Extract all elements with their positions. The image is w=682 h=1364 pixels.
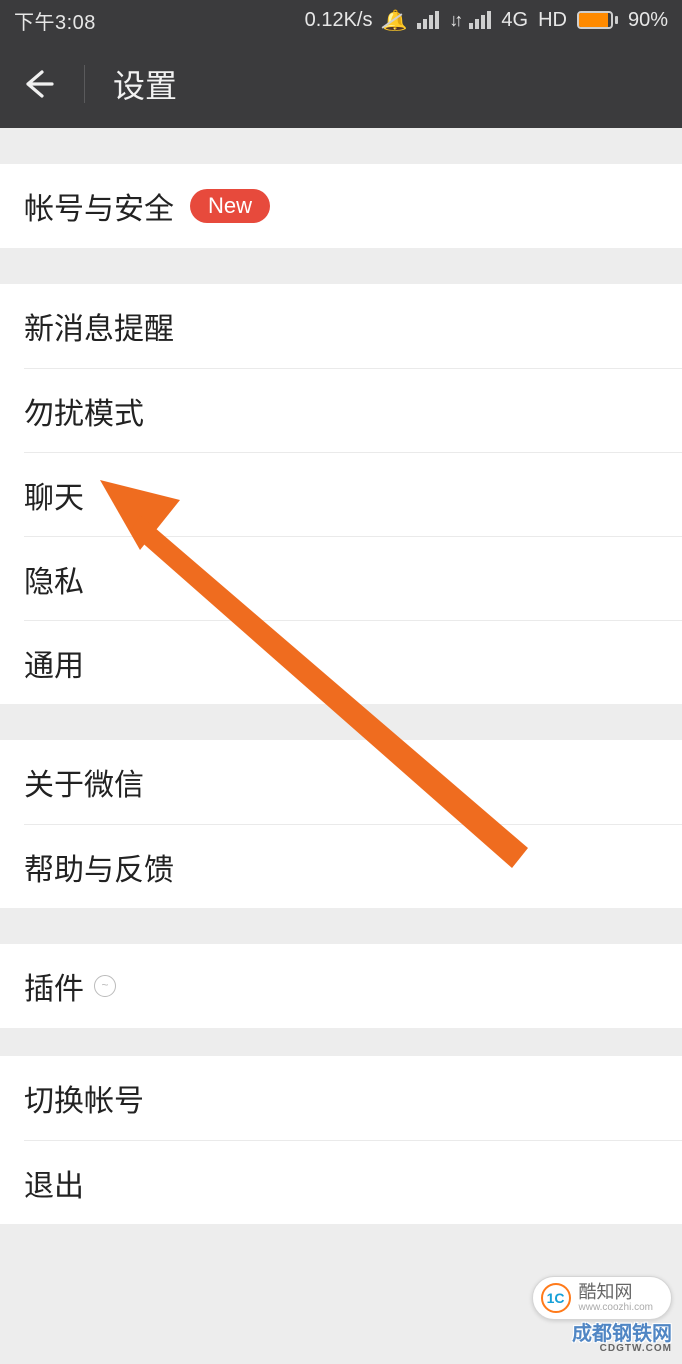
section-gap (0, 128, 682, 164)
item-notifications[interactable]: 新消息提醒 (0, 284, 682, 368)
watermark-cn: 酷知网 (579, 1283, 653, 1301)
new-badge: New (190, 189, 270, 223)
item-label: 帐号与安全 (24, 184, 174, 228)
status-right: 0.12K/s 🔔 ↓↑ 4G HD 90% (305, 8, 668, 33)
status-bar: 下午3:08 0.12K/s 🔔 ↓↑ 4G HD 90% (0, 0, 682, 40)
watermarks: 1C 酷知网 www.coozhi.com 成都钢铁网 CDGTW.COM (532, 1276, 672, 1354)
header: 设置 (0, 40, 682, 128)
section-gap (0, 1028, 682, 1056)
watermark-en: www.coozhi.com (579, 1303, 653, 1313)
section-gap (0, 908, 682, 944)
header-divider (84, 65, 85, 103)
data-arrows-icon: ↓↑ (449, 10, 459, 31)
battery-icon (577, 11, 618, 29)
hd-indicator: HD (538, 9, 567, 32)
status-time: 下午3:08 (14, 6, 96, 35)
item-label: 帮助与反馈 (24, 845, 174, 889)
watermark-second: 成都钢铁网 (572, 1324, 672, 1344)
item-chat[interactable]: 聊天 (24, 452, 682, 536)
item-plugin[interactable]: 插件 (0, 944, 682, 1028)
group-main: 新消息提醒 勿扰模式 聊天 隐私 通用 (0, 284, 682, 704)
battery-percent: 90% (628, 9, 668, 32)
item-dnd[interactable]: 勿扰模式 (24, 368, 682, 452)
back-arrow-icon (22, 68, 54, 100)
bulb-icon (94, 975, 116, 997)
item-general[interactable]: 通用 (24, 620, 682, 704)
signal-icon-1 (417, 11, 439, 29)
section-gap (0, 704, 682, 740)
item-label: 通用 (24, 641, 84, 685)
item-label: 切换帐号 (24, 1076, 144, 1120)
item-label: 关于微信 (24, 760, 144, 804)
group-account: 帐号与安全 New (0, 164, 682, 248)
group-plugin: 插件 (0, 944, 682, 1028)
signal-icon-2 (469, 11, 491, 29)
item-label: 退出 (24, 1161, 84, 1205)
item-label: 新消息提醒 (24, 304, 174, 348)
network-type: 4G (501, 9, 528, 32)
item-label: 聊天 (24, 473, 84, 517)
watermark-logo-icon: 1C (541, 1283, 571, 1313)
group-about: 关于微信 帮助与反馈 (0, 740, 682, 908)
item-account-security[interactable]: 帐号与安全 New (0, 164, 682, 248)
network-speed: 0.12K/s (305, 9, 373, 32)
page-title: 设置 (113, 61, 177, 107)
item-privacy[interactable]: 隐私 (24, 536, 682, 620)
item-label: 勿扰模式 (24, 389, 144, 433)
watermark-secondary: 成都钢铁网 CDGTW.COM (572, 1324, 672, 1354)
mute-icon: 🔔 (382, 8, 407, 33)
group-account-actions: 切换帐号 退出 (0, 1056, 682, 1224)
watermark-coozhi: 1C 酷知网 www.coozhi.com (532, 1276, 672, 1320)
item-logout[interactable]: 退出 (24, 1140, 682, 1224)
back-button[interactable] (20, 66, 56, 102)
item-label: 插件 (24, 964, 84, 1008)
item-about[interactable]: 关于微信 (0, 740, 682, 824)
item-help[interactable]: 帮助与反馈 (24, 824, 682, 908)
section-gap (0, 248, 682, 284)
item-label: 隐私 (24, 557, 84, 601)
item-switch-account[interactable]: 切换帐号 (0, 1056, 682, 1140)
watermark-second-sub: CDGTW.COM (572, 1344, 672, 1354)
